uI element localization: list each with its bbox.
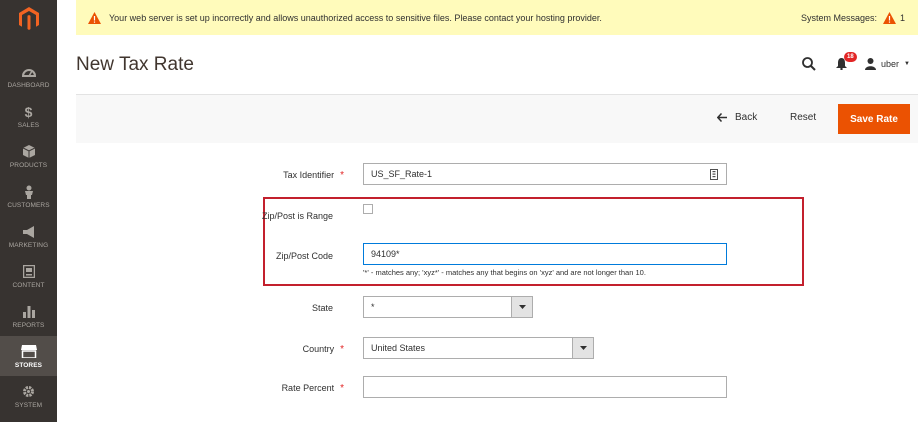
user-menu[interactable]: uber ▼: [865, 58, 910, 70]
page-actions-bar: Back Reset Save Rate: [76, 94, 918, 143]
zip-code-input[interactable]: 94109*: [363, 243, 727, 265]
zip-code-label: Zip/Post Code: [204, 251, 344, 261]
content-icon: [22, 264, 35, 280]
dollar-icon: $: [24, 103, 33, 120]
sidebar-item-content[interactable]: CONTENT: [0, 256, 57, 296]
admin-sidebar: DASHBOARD $ SALES PRODUCTS CUSTOMERS MAR…: [0, 0, 57, 422]
sidebar-item-reports[interactable]: REPORTS: [0, 296, 57, 336]
store-icon: [20, 344, 37, 360]
tax-identifier-label-text: Tax Identifier: [283, 170, 335, 180]
required-mark: *: [340, 344, 344, 355]
rate-percent-label: Rate Percent *: [204, 383, 344, 394]
cube-icon: [22, 144, 35, 160]
field-options-icon[interactable]: [710, 169, 718, 180]
chevron-down-icon: [511, 297, 532, 317]
zip-code-value: 94109*: [371, 249, 400, 259]
required-mark: *: [340, 383, 344, 394]
zip-range-checkbox[interactable]: [363, 204, 373, 214]
save-rate-button[interactable]: Save Rate: [838, 104, 910, 134]
magento-logo[interactable]: [0, 0, 57, 38]
notice-message: Your web server is set up incorrectly an…: [109, 12, 602, 23]
state-label: State: [204, 303, 344, 313]
zip-code-label-text: Zip/Post Code: [275, 251, 333, 261]
search-icon[interactable]: [802, 57, 816, 71]
tax-identifier-value: US_SF_Rate-1: [371, 169, 433, 179]
back-button[interactable]: Back: [717, 112, 757, 123]
arrow-left-icon: [717, 113, 727, 122]
user-icon: [865, 58, 877, 70]
sidebar-item-dashboard[interactable]: DASHBOARD: [0, 56, 57, 96]
sidebar-item-marketing[interactable]: MARKETING: [0, 216, 57, 256]
rate-percent-label-text: Rate Percent: [281, 383, 335, 393]
warning-icon: [882, 11, 896, 24]
system-messages-count[interactable]: 1: [900, 13, 905, 23]
gear-icon: [22, 384, 35, 400]
sidebar-item-products[interactable]: PRODUCTS: [0, 136, 57, 176]
sidebar-item-label: CONTENT: [12, 281, 45, 289]
tax-identifier-label: Tax Identifier *: [204, 170, 344, 181]
header-actions: 18 uber ▼: [802, 52, 910, 74]
tax-identifier-input[interactable]: US_SF_Rate-1: [363, 163, 727, 185]
country-select[interactable]: United States: [363, 337, 594, 359]
back-label: Back: [735, 112, 758, 123]
sidebar-item-label: PRODUCTS: [9, 161, 48, 169]
sidebar-item-label: SYSTEM: [14, 401, 43, 409]
sidebar-item-label: REPORTS: [12, 321, 45, 329]
zip-code-note: '*' - matches any; 'xyz*' - matches any …: [363, 268, 646, 277]
bar-chart-icon: [22, 304, 35, 320]
user-name: uber: [881, 59, 900, 69]
zip-range-label: Zip/Post is Range: [204, 211, 344, 221]
country-label: Country *: [204, 344, 344, 355]
caret-down-icon: ▼: [904, 61, 910, 67]
chevron-down-icon: [572, 338, 593, 358]
sidebar-item-label: STORES: [14, 361, 43, 369]
sidebar-item-label: DASHBOARD: [7, 81, 50, 89]
megaphone-icon: [22, 224, 36, 240]
country-label-text: Country: [302, 344, 335, 354]
sidebar-item-customers[interactable]: CUSTOMERS: [0, 176, 57, 216]
required-mark: *: [340, 170, 344, 181]
country-value: United States: [371, 343, 426, 353]
zip-range-label-text: Zip/Post is Range: [261, 211, 333, 221]
notifications-badge: 18: [844, 52, 857, 62]
sidebar-item-label: CUSTOMERS: [7, 201, 50, 209]
person-icon: [24, 184, 34, 200]
system-notice-bar: Your web server is set up incorrectly an…: [76, 0, 918, 35]
system-messages-label[interactable]: System Messages:: [801, 13, 877, 23]
sidebar-item-stores[interactable]: STORES: [0, 336, 57, 376]
sidebar-item-sales[interactable]: $ SALES: [0, 96, 57, 136]
notifications-button[interactable]: 18: [836, 52, 857, 70]
warning-icon: [88, 11, 101, 24]
reset-button[interactable]: Reset: [790, 112, 816, 123]
dashboard-icon: [21, 64, 36, 80]
rate-percent-input[interactable]: [363, 376, 727, 398]
sidebar-item-label: MARKETING: [8, 241, 49, 249]
state-select[interactable]: *: [363, 296, 533, 318]
page-title: New Tax Rate: [76, 54, 194, 75]
sidebar-item-label: SALES: [17, 121, 40, 129]
state-label-text: State: [311, 303, 333, 313]
state-value: *: [371, 302, 375, 312]
sidebar-item-system[interactable]: SYSTEM: [0, 376, 57, 416]
